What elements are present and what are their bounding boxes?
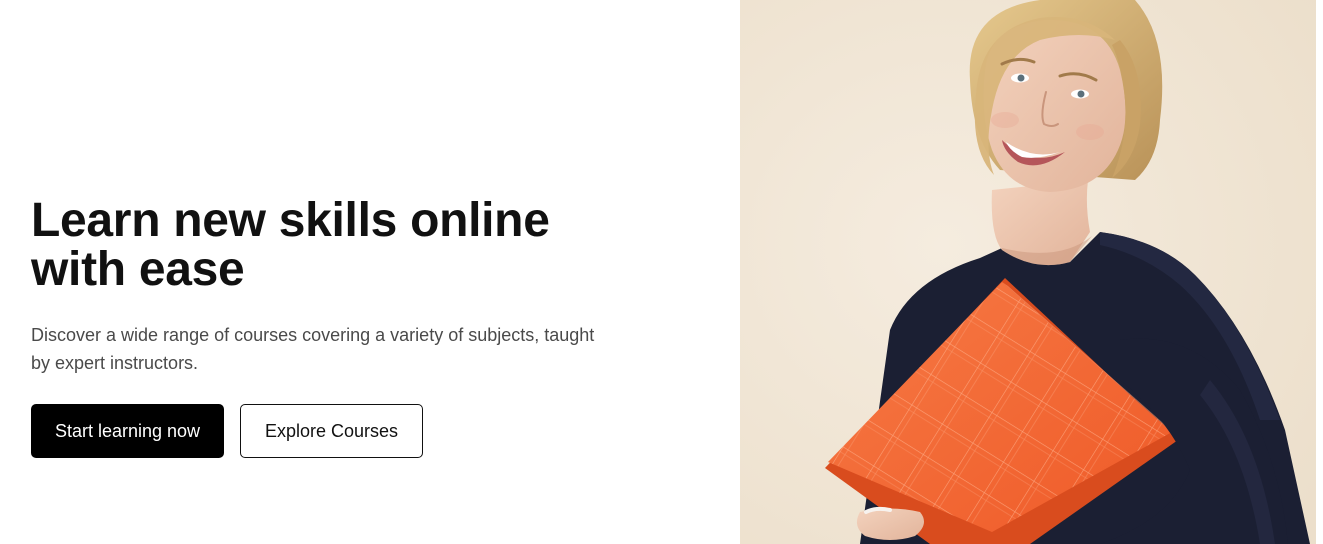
woman-holding-folder-illustration: [740, 0, 1316, 544]
hero-actions: Start learning now Explore Courses: [31, 404, 631, 458]
hero-image: [740, 0, 1316, 544]
hero-title: Learn new skills online with ease: [31, 194, 550, 296]
hero-text: Learn new skills online with ease Discov…: [31, 196, 631, 458]
hero-subtitle: Discover a wide range of courses coverin…: [31, 325, 595, 373]
explore-courses-button[interactable]: Explore Courses: [240, 404, 423, 458]
start-learning-button[interactable]: Start learning now: [31, 404, 224, 458]
